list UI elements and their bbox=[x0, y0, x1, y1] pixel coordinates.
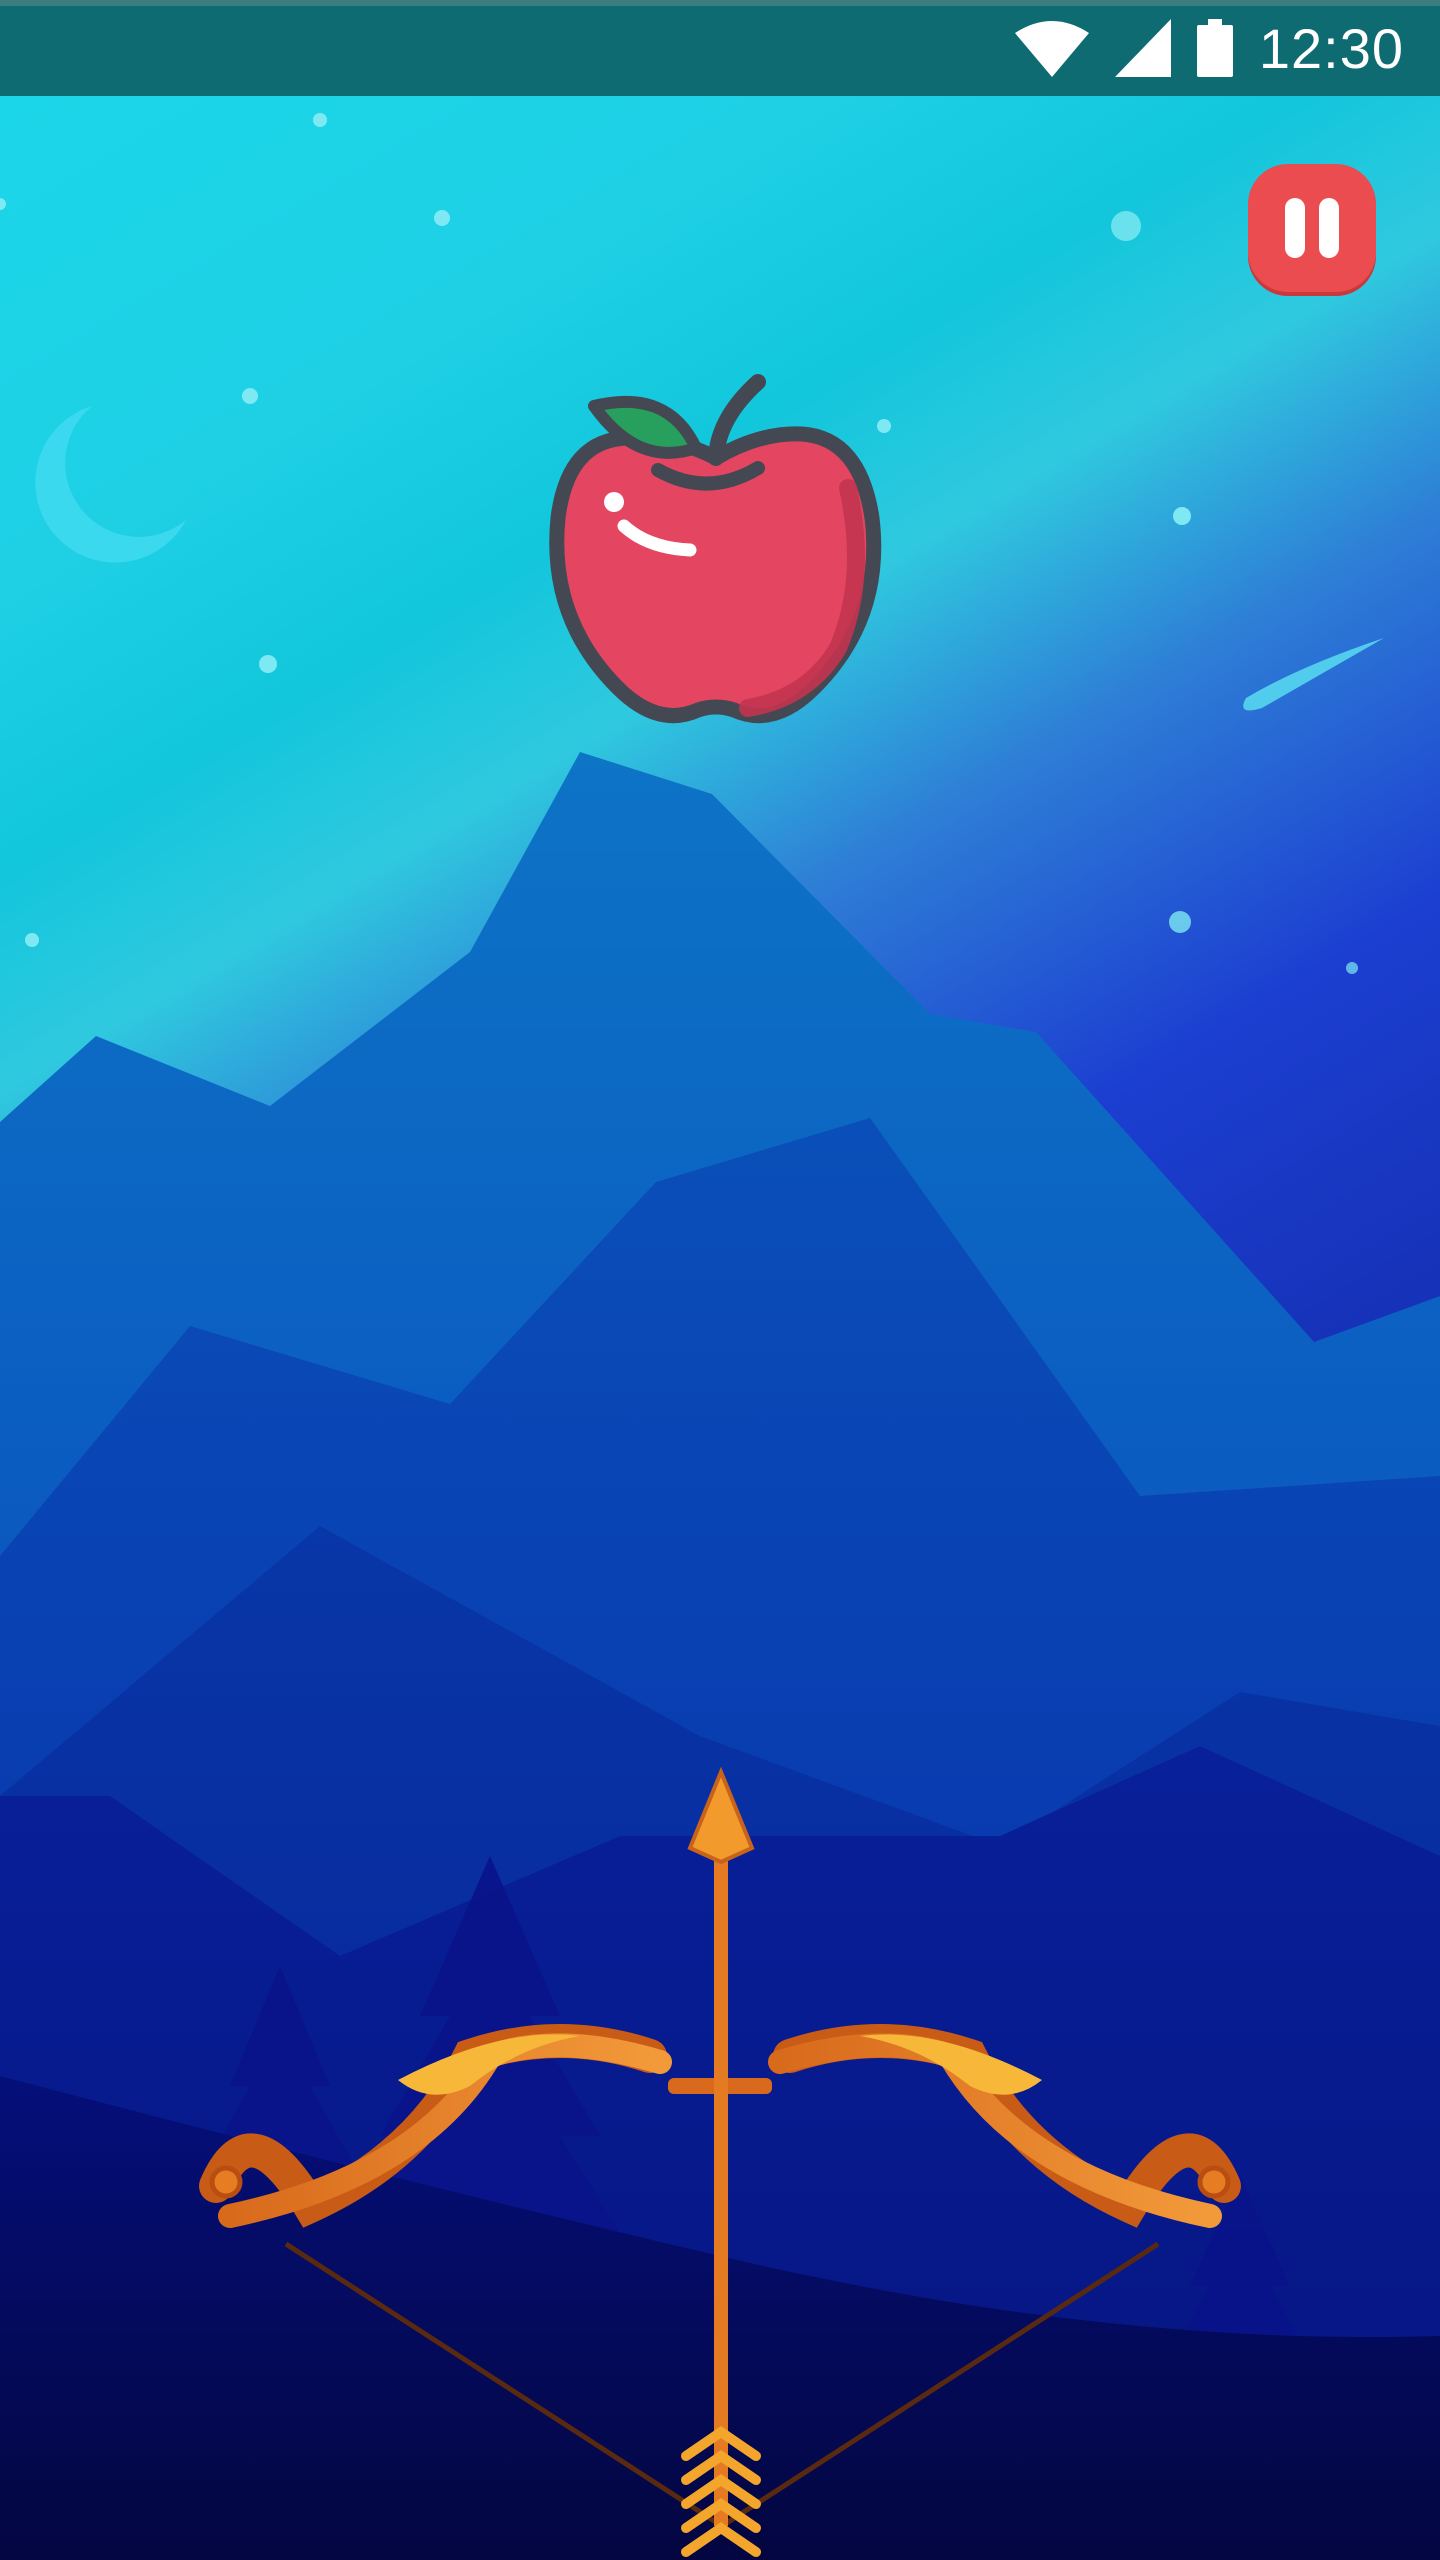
pause-icon bbox=[1285, 198, 1305, 258]
game-scene[interactable] bbox=[0, 96, 1440, 2560]
status-icons: 12:30 bbox=[1014, 12, 1404, 84]
cellular-signal-icon bbox=[1114, 19, 1171, 77]
apple-shine-dot bbox=[604, 492, 624, 512]
status-bar: 12:30 bbox=[0, 0, 1440, 96]
status-bar-edge bbox=[0, 0, 1440, 6]
pause-icon-bar bbox=[1319, 198, 1339, 258]
status-time: 12:30 bbox=[1258, 16, 1404, 80]
wifi-icon bbox=[1014, 21, 1089, 77]
battery-icon bbox=[1196, 19, 1233, 77]
arrow-shaft bbox=[714, 1836, 728, 2526]
pause-button[interactable] bbox=[1248, 164, 1376, 292]
